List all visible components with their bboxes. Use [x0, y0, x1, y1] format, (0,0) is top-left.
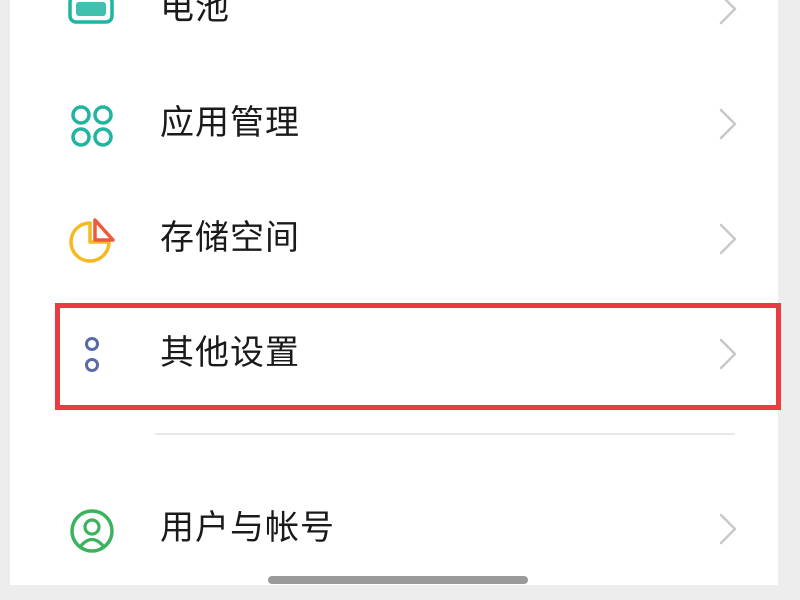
settings-screen: 电池 应用管理 存储空间 其他设置 用户与帐号: [0, 0, 800, 600]
settings-item-label: 存储空间: [160, 218, 300, 258]
settings-item-users[interactable]: 用户与帐号: [0, 478, 800, 578]
chevron-right-icon: [712, 337, 742, 371]
user-account-icon: [62, 506, 122, 556]
chevron-right-icon: [712, 0, 742, 26]
settings-item-apps[interactable]: 应用管理: [0, 73, 800, 173]
settings-item-storage[interactable]: 存储空间: [0, 188, 800, 288]
settings-item-label: 应用管理: [160, 103, 300, 143]
app-management-icon: [62, 101, 122, 151]
chevron-right-icon: [712, 222, 742, 256]
settings-item-other[interactable]: 其他设置: [0, 303, 800, 403]
home-indicator[interactable]: [268, 576, 528, 584]
other-settings-icon: [62, 331, 122, 381]
settings-item-label: 其他设置: [160, 333, 300, 373]
settings-item-battery[interactable]: 电池: [0, 0, 800, 58]
battery-icon: [62, 0, 122, 36]
settings-item-label: 用户与帐号: [160, 508, 335, 548]
storage-pie-icon: [62, 216, 122, 266]
section-divider: [155, 433, 735, 435]
settings-item-label: 电池: [160, 0, 230, 28]
chevron-right-icon: [712, 512, 742, 546]
chevron-right-icon: [712, 107, 742, 141]
